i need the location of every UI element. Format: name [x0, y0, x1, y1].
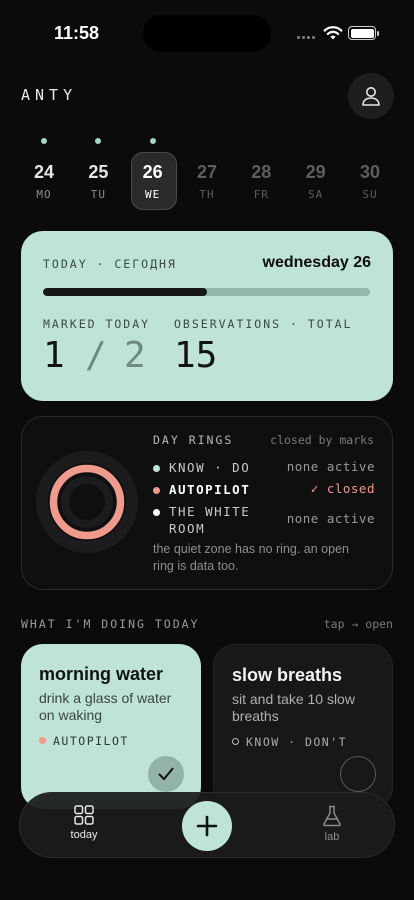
add-button[interactable] — [182, 801, 232, 851]
habit-description: drink a glass of water on waking — [39, 690, 172, 723]
section-hint: tap → open — [323, 617, 393, 631]
wifi-icon — [323, 26, 343, 40]
rings-subtitle: closed by marks — [270, 433, 374, 447]
day-number: 29 — [305, 162, 326, 182]
marked-count: 1 — [43, 335, 65, 376]
habit-description: sit and take 10 slow breaths — [232, 691, 355, 724]
flask-icon — [323, 805, 341, 827]
day-cell[interactable]: 28 FR — [238, 136, 284, 210]
day-rings-graphic — [36, 451, 138, 553]
day-cell[interactable]: 25 TU — [75, 136, 121, 210]
marked-separator: / — [85, 335, 107, 376]
observations-total: 15 — [174, 335, 218, 376]
ring-name: THE WHITE ROOM — [169, 504, 251, 536]
nav-lab[interactable]: lab — [302, 805, 362, 843]
check-icon — [158, 767, 174, 780]
status-bar: 11:58 — [0, 0, 414, 60]
section-title: WHAT I'M DOING TODAY — [21, 617, 200, 631]
signal-icon — [297, 36, 315, 39]
marked-total: 2 — [124, 335, 146, 376]
day-progress-fill — [43, 288, 207, 296]
tag-dot — [232, 738, 239, 745]
day-number: 26 — [142, 162, 163, 182]
day-number: 30 — [359, 162, 380, 182]
day-cell[interactable]: 30 SU — [347, 136, 393, 210]
habit-tag: AUTOPILOT — [39, 734, 129, 748]
habit-card-slow-breaths[interactable]: slow breaths sit and take 10 slow breath… — [213, 644, 393, 809]
ring-name: KNOW · DO — [169, 460, 251, 475]
bottom-nav: today lab — [19, 792, 395, 858]
day-cell[interactable]: 24 MO — [21, 136, 67, 210]
ring-bullet — [153, 509, 160, 516]
week-strip: 24 MO 25 TU 26 WE 27 TH 28 FR 29 SA 30 S… — [21, 136, 393, 210]
habit-done-toggle[interactable] — [148, 756, 184, 792]
ring-bullet — [153, 487, 160, 494]
day-progress-bar — [43, 288, 370, 296]
day-name: FR — [253, 188, 269, 201]
habit-done-toggle[interactable] — [340, 756, 376, 792]
day-number: 25 — [88, 162, 109, 182]
rings-title: DAY RINGS — [153, 433, 234, 447]
ring-state: none active — [286, 459, 375, 474]
day-number: 27 — [196, 162, 217, 182]
today-summary-card[interactable]: TODAY · СЕГОДНЯ wednesday 26 MARKED TODA… — [21, 231, 393, 401]
day-name: TU — [90, 188, 106, 201]
day-cell[interactable]: 29 SA — [293, 136, 339, 210]
tag-dot — [39, 737, 46, 744]
day-cell[interactable]: 26 WE — [130, 136, 177, 210]
ring-state: none active — [286, 511, 375, 526]
mark-dot — [149, 138, 156, 144]
habit-tag: KNOW · DON'T — [232, 735, 347, 749]
day-number: 24 — [33, 162, 55, 182]
habit-title: slow breaths — [232, 665, 343, 685]
day-cell[interactable]: 27 TH — [184, 136, 230, 210]
day-name: SA — [308, 188, 324, 201]
nav-today[interactable]: today — [54, 805, 114, 841]
ring-state: ✓ closed — [310, 481, 375, 496]
nav-lab-label: lab — [324, 831, 340, 843]
day-name: SU — [362, 188, 378, 201]
day-name: MO — [36, 188, 52, 201]
person-icon — [362, 87, 380, 106]
app-brand: ANTY — [21, 86, 78, 104]
ring-track-inner — [61, 476, 113, 528]
marked-today-label: MARKED TODAY — [43, 317, 151, 331]
rings-note: the quiet zone has no ring. an open ring… — [153, 542, 349, 573]
profile-button[interactable] — [348, 73, 394, 119]
ring-name: AUTOPILOT — [169, 482, 251, 497]
day-number: 28 — [251, 162, 272, 182]
mark-dot — [95, 138, 102, 144]
observations-label: OBSERVATIONS · TOTAL — [174, 317, 353, 331]
status-time: 11:58 — [54, 23, 100, 43]
nav-today-label: today — [70, 829, 98, 841]
habit-tag-label: KNOW · DON'T — [246, 735, 348, 749]
grid-icon — [74, 805, 94, 825]
today-date: wednesday 26 — [262, 254, 372, 271]
mark-dot — [41, 138, 47, 144]
day-name: TH — [199, 188, 215, 201]
dynamic-island — [143, 15, 271, 52]
battery-icon — [348, 26, 379, 40]
plus-icon — [196, 815, 218, 837]
today-label: TODAY · СЕГОДНЯ — [43, 257, 177, 271]
habit-tag-label: AUTOPILOT — [53, 734, 129, 748]
habit-title: morning water — [39, 664, 164, 684]
day-rings-card[interactable]: DAY RINGS closed by marks KNOW · DO none… — [21, 416, 393, 590]
habit-card-morning-water[interactable]: morning water drink a glass of water on … — [21, 644, 201, 809]
ring-bullet — [153, 465, 160, 472]
day-name: WE — [145, 188, 161, 201]
